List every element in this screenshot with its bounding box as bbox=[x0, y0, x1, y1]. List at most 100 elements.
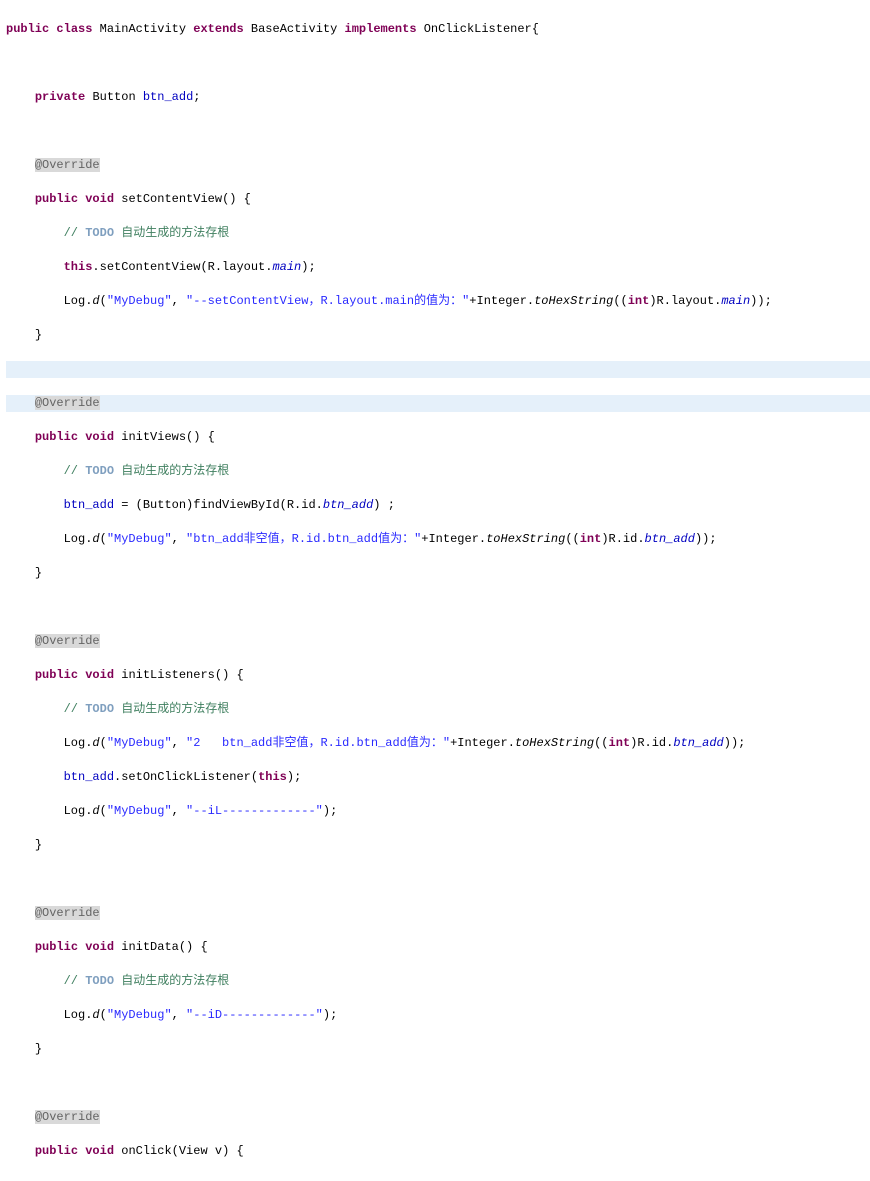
override-annotation: @Override bbox=[35, 396, 100, 410]
t: +Integer. bbox=[450, 736, 515, 750]
code-line: btn_add = (Button)findViewById(R.id.btn_… bbox=[6, 497, 870, 514]
method-name: initViews() { bbox=[121, 430, 215, 444]
keyword-void: void bbox=[85, 668, 114, 682]
string: "--iL-------------" bbox=[186, 804, 323, 818]
t: ) ; bbox=[373, 498, 395, 512]
field-ref: btn_add bbox=[64, 498, 114, 512]
method-name: onClick(View v) { bbox=[121, 1144, 243, 1158]
code-line: } bbox=[6, 327, 870, 344]
t: ); bbox=[301, 260, 315, 274]
t: (( bbox=[565, 532, 579, 546]
code-line: // TODO 自动生成的方法存根 bbox=[6, 463, 870, 480]
static-method: d bbox=[92, 294, 99, 308]
blank-line bbox=[6, 599, 870, 616]
static-field: btn_add bbox=[673, 736, 723, 750]
t: .setContentView(R.layout. bbox=[92, 260, 272, 274]
keyword-extends: extends bbox=[193, 22, 243, 36]
blank-line bbox=[6, 1075, 870, 1092]
keyword-public: public bbox=[35, 668, 78, 682]
keyword-public: public bbox=[35, 1144, 78, 1158]
code-line: public void initViews() { bbox=[6, 429, 870, 446]
override-annotation: @Override bbox=[35, 158, 100, 172]
override-annotation: @Override bbox=[35, 906, 100, 920]
interface: OnClickListener bbox=[424, 22, 532, 36]
code-editor[interactable]: public class MainActivity extends BaseAc… bbox=[0, 0, 870, 1181]
t: +Integer. bbox=[421, 532, 486, 546]
keyword-this: this bbox=[64, 260, 93, 274]
keyword-public: public bbox=[35, 192, 78, 206]
static-method: d bbox=[92, 736, 99, 750]
static-field: main bbox=[721, 294, 750, 308]
blank-line bbox=[6, 361, 870, 378]
t: Log. bbox=[64, 1008, 93, 1022]
t: )R.id. bbox=[630, 736, 673, 750]
comment: // TODO 自动生成的方法存根 bbox=[64, 702, 230, 716]
override-annotation: @Override bbox=[35, 1110, 100, 1124]
keyword-class: class bbox=[56, 22, 92, 36]
t: Log. bbox=[64, 804, 93, 818]
code-line: } bbox=[6, 565, 870, 582]
blank-line bbox=[6, 55, 870, 72]
code-line: btn_add.setOnClickListener(this); bbox=[6, 769, 870, 786]
t: (( bbox=[594, 736, 608, 750]
t: , bbox=[172, 532, 186, 546]
keyword-int: int bbox=[628, 294, 650, 308]
code-line: @Override bbox=[6, 395, 870, 412]
code-line: Log.d("MyDebug", "2 btn_add非空值，R.id.btn_… bbox=[6, 735, 870, 752]
string: "MyDebug" bbox=[107, 1008, 172, 1022]
code-line: // TODO 自动生成的方法存根 bbox=[6, 973, 870, 990]
t: )); bbox=[750, 294, 772, 308]
brace: } bbox=[35, 566, 42, 580]
code-line: public void setContentView() { bbox=[6, 191, 870, 208]
t: ); bbox=[287, 770, 301, 784]
string: "MyDebug" bbox=[107, 532, 172, 546]
keyword-implements: implements bbox=[345, 22, 417, 36]
string: "btn_add非空值，R.id.btn_add值为：" bbox=[186, 532, 421, 546]
t: ); bbox=[323, 1008, 337, 1022]
t: +Integer. bbox=[469, 294, 534, 308]
code-line: } bbox=[6, 837, 870, 854]
t: , bbox=[172, 1008, 186, 1022]
classname: MainActivity bbox=[100, 22, 186, 36]
code-line: Log.d("MyDebug", "--iD-------------"); bbox=[6, 1007, 870, 1024]
code-line: Log.d("MyDebug", "--setContentView，R.lay… bbox=[6, 293, 870, 310]
t: ( bbox=[100, 1008, 107, 1022]
method-name: initListeners() { bbox=[121, 668, 243, 682]
t: )R.id. bbox=[601, 532, 644, 546]
t: )); bbox=[724, 736, 746, 750]
code-line: @Override bbox=[6, 633, 870, 650]
t: ( bbox=[100, 294, 107, 308]
static-field: btn_add bbox=[645, 532, 695, 546]
method-name: setContentView() { bbox=[121, 192, 251, 206]
todo-tag: TODO bbox=[85, 226, 114, 240]
keyword-this: this bbox=[258, 770, 287, 784]
t: , bbox=[172, 804, 186, 818]
keyword-private: private bbox=[35, 90, 85, 104]
t: ( bbox=[100, 736, 107, 750]
keyword-int: int bbox=[580, 532, 602, 546]
t: .setOnClickListener( bbox=[114, 770, 258, 784]
code-line: @Override bbox=[6, 157, 870, 174]
string: "2 btn_add非空值，R.id.btn_add值为：" bbox=[186, 736, 450, 750]
code-line: @Override bbox=[6, 905, 870, 922]
static-method: d bbox=[92, 532, 99, 546]
code-line: public void onClick(View v) { bbox=[6, 1143, 870, 1160]
t: , bbox=[172, 294, 186, 308]
t: Log. bbox=[64, 294, 93, 308]
string: "MyDebug" bbox=[107, 736, 172, 750]
code-line: // TODO 自动生成的方法存根 bbox=[6, 701, 870, 718]
t: )); bbox=[695, 532, 717, 546]
static-method: toHexString bbox=[534, 294, 613, 308]
static-method: toHexString bbox=[515, 736, 594, 750]
code-line: // TODO 自动生成的方法存根 bbox=[6, 225, 870, 242]
code-line: Log.d("MyDebug", "btn_add非空值，R.id.btn_ad… bbox=[6, 531, 870, 548]
brace: { bbox=[532, 22, 539, 36]
field-ref: btn_add bbox=[64, 770, 114, 784]
code-line: this.setContentView(R.layout.main); bbox=[6, 259, 870, 276]
keyword-public: public bbox=[6, 22, 49, 36]
t: Log. bbox=[64, 736, 93, 750]
static-method: d bbox=[92, 1008, 99, 1022]
code-line: } bbox=[6, 1041, 870, 1058]
keyword-void: void bbox=[85, 940, 114, 954]
semi: ; bbox=[193, 90, 200, 104]
